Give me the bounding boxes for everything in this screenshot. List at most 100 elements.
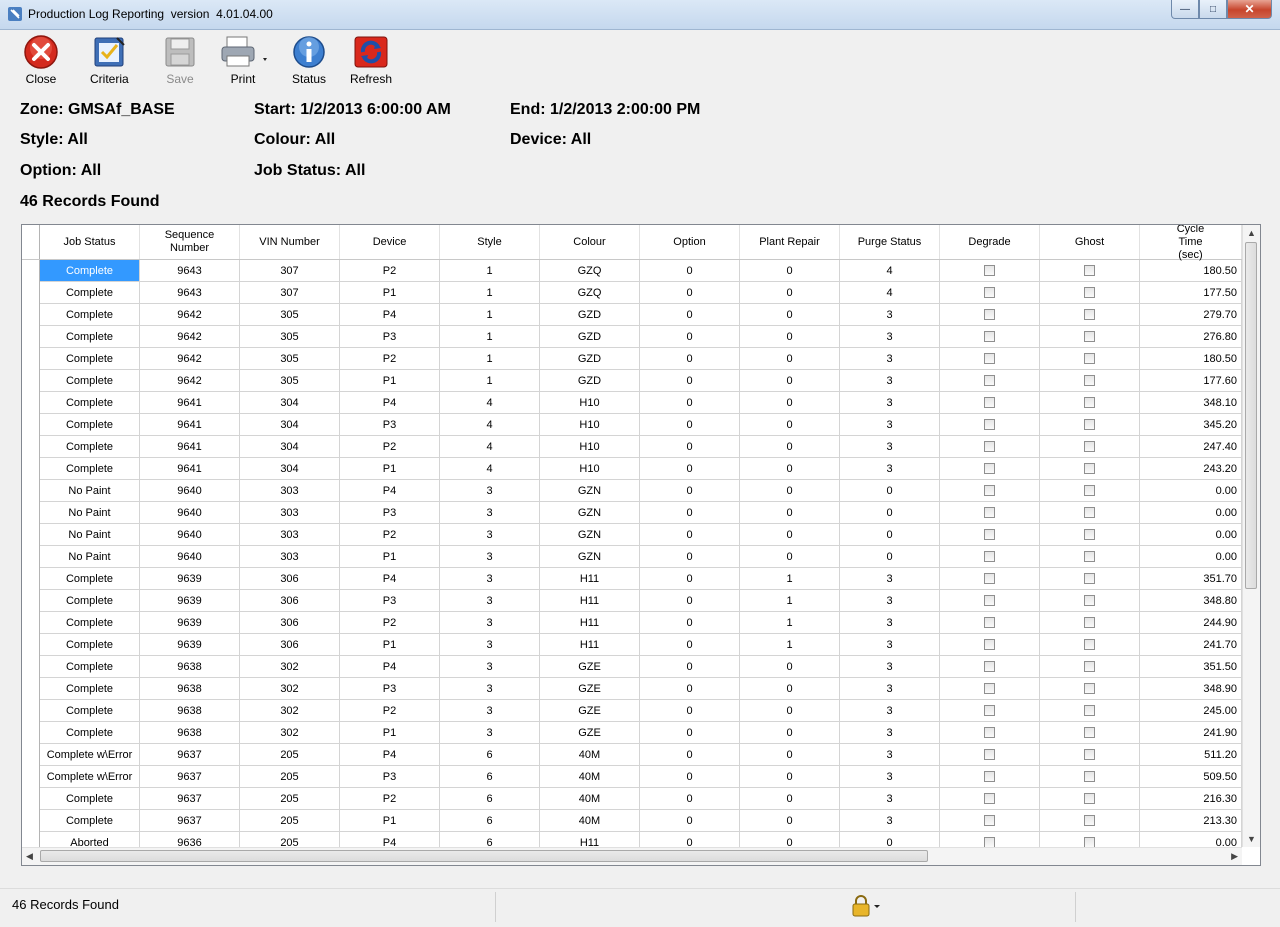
column-header-colour[interactable]: Colour [540,225,640,259]
row-selector[interactable] [22,458,40,480]
column-header-degrade[interactable]: Degrade [940,225,1040,259]
row-selector[interactable] [22,766,40,788]
row-selector[interactable] [22,546,40,568]
scroll-left-icon[interactable]: ◀ [26,851,33,862]
row-selector[interactable] [22,656,40,678]
refresh-button[interactable]: Refresh [350,34,392,86]
degrade-checkbox[interactable] [984,419,995,430]
row-selector[interactable] [22,524,40,546]
table-row[interactable]: Complete 9638 302 P4 3 GZE 0 0 3 351.50 [22,656,1242,678]
scroll-right-icon[interactable]: ▶ [1231,851,1238,862]
table-row[interactable]: No Paint 9640 303 P3 3 GZN 0 0 0 0.00 [22,502,1242,524]
degrade-checkbox[interactable] [984,595,995,606]
table-row[interactable]: Complete w\Error 9637 205 P4 6 40M 0 0 3 511.20 [22,744,1242,766]
row-selector[interactable] [22,480,40,502]
title-bar[interactable]: Production Log Reporting version 4.01.04… [0,0,1280,30]
degrade-checkbox[interactable] [984,573,995,584]
table-row[interactable]: Complete 9642 305 P2 1 GZD 0 0 3 180.50 [22,348,1242,370]
row-selector[interactable] [22,744,40,766]
table-row[interactable]: Complete w\Error 9637 205 P3 6 40M 0 0 3 509.50 [22,766,1242,788]
table-row[interactable]: Complete 9638 302 P2 3 GZE 0 0 3 245.00 [22,700,1242,722]
table-row[interactable]: Complete 9638 302 P3 3 GZE 0 0 3 348.90 [22,678,1242,700]
column-header-plant-repair[interactable]: Plant Repair [740,225,840,259]
degrade-checkbox[interactable] [984,749,995,760]
close-button[interactable]: Close [22,34,60,86]
criteria-button[interactable]: Criteria [90,34,129,86]
degrade-checkbox[interactable] [984,529,995,540]
degrade-checkbox[interactable] [984,287,995,298]
degrade-checkbox[interactable] [984,397,995,408]
degrade-checkbox[interactable] [984,793,995,804]
column-header-cycle-time[interactable]: Cycle Time (sec) [1140,225,1242,261]
degrade-checkbox[interactable] [984,551,995,562]
save-button[interactable]: Save [161,34,199,86]
vertical-scroll-thumb[interactable] [1245,242,1257,589]
row-selector[interactable] [22,326,40,348]
column-header-purge-status[interactable]: Purge Status [840,225,940,259]
minimize-button[interactable]: — [1171,0,1199,19]
ghost-checkbox[interactable] [1084,441,1095,452]
ghost-checkbox[interactable] [1084,397,1095,408]
ghost-checkbox[interactable] [1084,815,1095,826]
table-row[interactable]: Complete 9643 307 P1 1 GZQ 0 0 4 177.50 [22,282,1242,304]
ghost-checkbox[interactable] [1084,727,1095,738]
ghost-checkbox[interactable] [1084,595,1095,606]
ghost-checkbox[interactable] [1084,463,1095,474]
scroll-down-icon[interactable]: ▼ [1247,834,1256,844]
status-button[interactable]: Status [290,34,328,86]
ghost-checkbox[interactable] [1084,529,1095,540]
row-selector[interactable] [22,260,40,282]
row-selector[interactable] [22,502,40,524]
row-selector[interactable] [22,568,40,590]
lock-icon[interactable] [852,895,882,917]
ghost-checkbox[interactable] [1084,683,1095,694]
row-selector[interactable] [22,722,40,744]
degrade-checkbox[interactable] [984,617,995,628]
scroll-up-icon[interactable]: ▲ [1247,228,1256,238]
ghost-checkbox[interactable] [1084,661,1095,672]
ghost-checkbox[interactable] [1084,573,1095,584]
table-row[interactable]: Complete 9639 306 P3 3 H11 0 1 3 348.80 [22,590,1242,612]
row-selector[interactable] [22,612,40,634]
table-row[interactable]: Complete 9639 306 P2 3 H11 0 1 3 244.90 [22,612,1242,634]
row-selector[interactable] [22,282,40,304]
row-selector[interactable] [22,304,40,326]
column-header-ghost[interactable]: Ghost [1040,225,1140,259]
ghost-checkbox[interactable] [1084,287,1095,298]
table-row[interactable]: Complete 9638 302 P1 3 GZE 0 0 3 241.90 [22,722,1242,744]
degrade-checkbox[interactable] [984,375,995,386]
horizontal-scroll-thumb[interactable] [40,850,928,862]
horizontal-scrollbar[interactable]: ◀ ▶ [22,847,1242,865]
ghost-checkbox[interactable] [1084,419,1095,430]
ghost-checkbox[interactable] [1084,771,1095,782]
row-selector[interactable] [22,634,40,656]
degrade-checkbox[interactable] [984,309,995,320]
degrade-checkbox[interactable] [984,815,995,826]
table-row[interactable]: Complete 9641 304 P1 4 H10 0 0 3 243.20 [22,458,1242,480]
results-grid[interactable]: Job Status Sequence Number VIN Number Devic… [21,224,1261,866]
ghost-checkbox[interactable] [1084,551,1095,562]
column-header-vin-number[interactable]: VIN Number [240,225,340,259]
ghost-checkbox[interactable] [1084,309,1095,320]
table-row[interactable]: Complete 9641 304 P2 4 H10 0 0 3 247.40 [22,436,1242,458]
ghost-checkbox[interactable] [1084,331,1095,342]
ghost-checkbox[interactable] [1084,353,1095,364]
column-header-option[interactable]: Option [640,225,740,259]
row-selector[interactable] [22,590,40,612]
degrade-checkbox[interactable] [984,463,995,474]
table-row[interactable]: Complete 9642 305 P4 1 GZD 0 0 3 279.70 [22,304,1242,326]
table-row[interactable]: No Paint 9640 303 P4 3 GZN 0 0 0 0.00 [22,480,1242,502]
row-selector[interactable] [22,678,40,700]
ghost-checkbox[interactable] [1084,749,1095,760]
table-row[interactable]: Complete 9637 205 P2 6 40M 0 0 3 216.30 [22,788,1242,810]
row-selector[interactable] [22,436,40,458]
degrade-checkbox[interactable] [984,507,995,518]
degrade-checkbox[interactable] [984,265,995,276]
ghost-checkbox[interactable] [1084,793,1095,804]
table-row[interactable]: Complete 9641 304 P4 4 H10 0 0 3 348.10 [22,392,1242,414]
degrade-checkbox[interactable] [984,683,995,694]
degrade-checkbox[interactable] [984,661,995,672]
row-selector[interactable] [22,370,40,392]
row-selector[interactable] [22,810,40,832]
vertical-scrollbar[interactable]: ▲ ▼ [1242,225,1260,847]
